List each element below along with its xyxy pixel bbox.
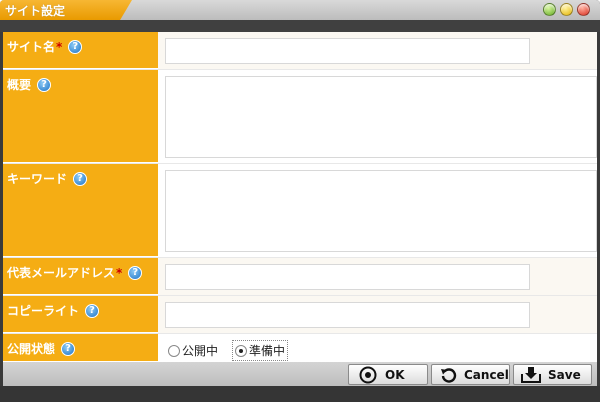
radio-preparing[interactable]: 準備中 — [232, 340, 289, 361]
row-copyright: コピーライト ? — [3, 296, 597, 334]
save-button[interactable]: Save — [513, 364, 592, 385]
row-summary: 概要 ? — [3, 70, 597, 164]
help-icon[interactable]: ? — [73, 171, 88, 186]
required-mark: * — [116, 265, 123, 280]
help-icon[interactable]: ? — [68, 39, 83, 54]
publish-status-radio-group: 公開中 準備中 — [166, 340, 289, 361]
email-label: 代表メールアドレス — [7, 266, 116, 280]
row-email: 代表メールアドレス * ? — [3, 258, 597, 296]
cancel-button[interactable]: Cancel — [431, 364, 510, 385]
radio-circle-selected[interactable] — [235, 344, 248, 357]
publish-status-label: 公開状態 — [7, 342, 56, 356]
keywords-textarea[interactable] — [165, 170, 597, 252]
radio-preparing-label: 準備中 — [249, 344, 286, 358]
site-settings-window: サイト設定 サイト名 * ? 概要 ? キーワード ? 代表メールアドレス * … — [0, 0, 600, 402]
help-icon[interactable]: ? — [61, 341, 76, 356]
row-site-name: サイト名 * ? — [3, 32, 597, 70]
keywords-label: キーワード — [7, 172, 68, 186]
radio-published[interactable]: 公開中 — [166, 341, 220, 360]
target-circle-icon — [357, 366, 379, 384]
radio-published-label: 公開中 — [182, 344, 219, 358]
site-name-input[interactable] — [165, 38, 530, 64]
help-icon[interactable]: ? — [85, 303, 100, 318]
copyright-label: コピーライト — [7, 304, 80, 318]
row-keywords: キーワード ? — [3, 164, 597, 258]
save-button-label: Save — [548, 367, 581, 382]
copyright-input[interactable] — [165, 302, 530, 328]
summary-textarea[interactable] — [165, 76, 597, 158]
window-title: サイト設定 — [5, 4, 66, 18]
required-mark: * — [56, 39, 63, 54]
radio-circle[interactable] — [168, 344, 180, 357]
download-tray-icon — [520, 366, 542, 384]
row-publish-status: 公開状態 ? 公開中 準備中 — [3, 334, 597, 362]
undo-arrow-icon — [438, 366, 460, 384]
summary-label: 概要 — [7, 78, 32, 92]
site-name-label: サイト名 — [7, 40, 56, 54]
window-controls — [543, 3, 590, 16]
footer-bar: OK Cancel Save — [3, 362, 597, 386]
close-button[interactable] — [577, 3, 590, 16]
minimize-button[interactable] — [543, 3, 556, 16]
maximize-button[interactable] — [560, 3, 573, 16]
settings-form: サイト名 * ? 概要 ? キーワード ? 代表メールアドレス * ? コピーラ… — [3, 32, 597, 362]
email-input[interactable] — [165, 264, 530, 290]
title-bar: サイト設定 — [0, 0, 600, 20]
cancel-button-label: Cancel — [464, 367, 509, 382]
ok-button[interactable]: OK — [348, 364, 428, 385]
help-icon[interactable]: ? — [37, 77, 52, 92]
bottom-strip — [0, 386, 600, 402]
help-icon[interactable]: ? — [128, 265, 143, 280]
toolbar-strip — [0, 20, 600, 32]
ok-button-label: OK — [385, 367, 405, 382]
